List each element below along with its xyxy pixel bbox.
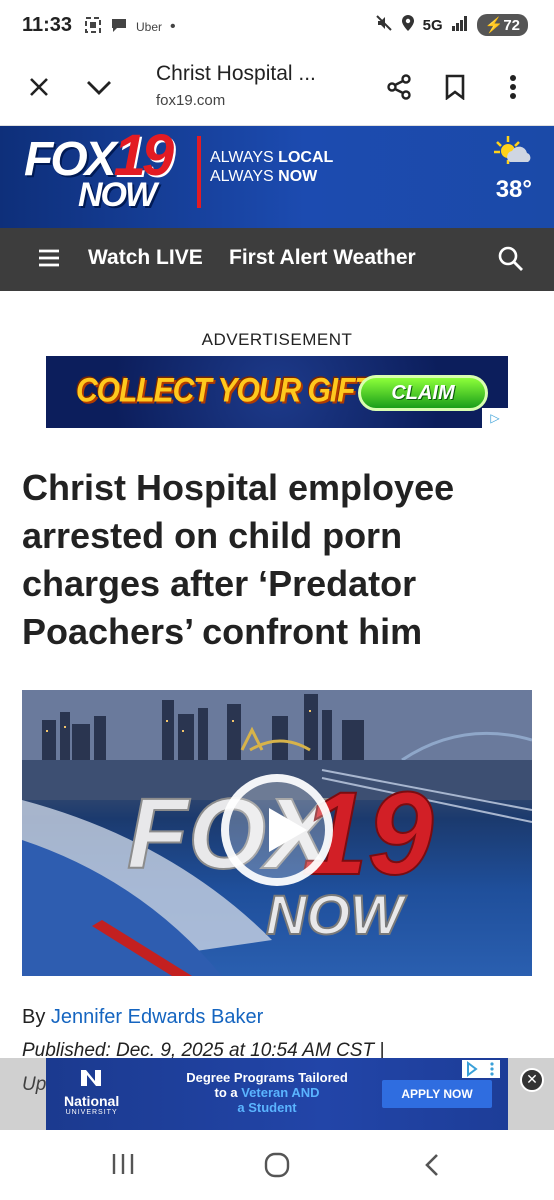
tagline-2b: NOW — [278, 168, 318, 185]
nav-watch-live[interactable]: Watch LIVE — [88, 246, 203, 270]
fox19-logo[interactable]: FOX19 — [24, 127, 174, 185]
battery-indicator: ⚡72 — [476, 14, 528, 36]
byline-prefix: By — [22, 1006, 51, 1028]
location-icon — [401, 14, 415, 36]
share-icon[interactable] — [382, 70, 416, 104]
more-vert-icon[interactable] — [496, 70, 530, 104]
logo-sub: NOW — [78, 176, 157, 214]
ad-brand-sub: UNIVERSITY — [65, 1109, 118, 1116]
browser-toolbar: Christ Hospital ... fox19.com — [0, 52, 554, 126]
tagline-2a: ALWAYS — [210, 168, 279, 185]
ad-copy-line2a: to a — [214, 1085, 242, 1100]
site-header: FOX19 NOW ALWAYS LOCAL ALWAYS NOW 38° — [0, 126, 554, 228]
header-divider — [197, 136, 201, 208]
system-navigation-bar — [0, 1130, 554, 1200]
adchoices-icon[interactable] — [462, 1060, 500, 1078]
play-triangle — [269, 808, 307, 852]
ad-banner-top[interactable]: COLLECT YOUR GIFT! CLAIM ▷ — [46, 356, 508, 428]
video-player[interactable]: FOX 19 NOW — [22, 690, 532, 976]
ad-copy-line2b: Veteran AND — [241, 1085, 320, 1100]
ad-copy: Degree Programs Tailored to a Veteran AN… — [172, 1070, 362, 1115]
screenshot-icon — [84, 16, 102, 37]
uber-notification-label: Uber — [136, 19, 163, 34]
bookmark-icon[interactable] — [438, 70, 472, 104]
site-nav: Watch LIVE First Alert Weather — [0, 228, 554, 291]
ad-headline: COLLECT YOUR GIFT! — [76, 371, 382, 410]
play-icon[interactable] — [221, 774, 333, 886]
close-ad-icon[interactable]: ✕ — [520, 1068, 544, 1092]
page-title: Christ Hospital ... — [156, 62, 316, 85]
notification-icons: Uber • — [84, 16, 176, 37]
home-icon[interactable] — [264, 1152, 290, 1183]
partly-cloudy-icon[interactable] — [492, 134, 534, 173]
tagline-1b: LOCAL — [278, 149, 334, 166]
system-status: 5G ⚡72 — [375, 14, 528, 36]
byline: By Jennifer Edwards Baker — [22, 1006, 263, 1029]
national-university-logo: National UNIVERSITY — [64, 1068, 119, 1116]
ad-claim-button[interactable]: CLAIM — [358, 375, 488, 411]
battery-level: 72 — [503, 17, 520, 34]
tagline: ALWAYS LOCAL ALWAYS NOW — [210, 148, 333, 186]
nav-first-alert-weather[interactable]: First Alert Weather — [229, 246, 416, 270]
back-icon[interactable] — [422, 1152, 442, 1183]
status-time: 11:33 — [22, 14, 73, 36]
ad-brand: National — [64, 1093, 120, 1109]
menu-icon[interactable] — [38, 248, 60, 273]
article-headline: Christ Hospital employee arrested on chi… — [22, 467, 455, 652]
video-logo-sub: NOW — [266, 883, 407, 946]
mute-icon — [375, 14, 393, 36]
sticky-ad-container: National UNIVERSITY Degree Programs Tail… — [0, 1058, 554, 1130]
status-bar: 11:33 Uber • 5G ⚡72 — [0, 0, 554, 52]
apply-now-button[interactable]: APPLY NOW — [382, 1080, 492, 1108]
advertisement-label: ADVERTISEMENT — [201, 330, 353, 349]
ad-banner-bottom[interactable]: National UNIVERSITY Degree Programs Tail… — [46, 1058, 508, 1130]
close-icon[interactable] — [22, 70, 56, 104]
page-url: fox19.com — [156, 92, 226, 109]
search-icon[interactable] — [498, 246, 524, 277]
recent-apps-icon[interactable] — [110, 1152, 136, 1181]
dot-icon: • — [170, 17, 176, 35]
ad-copy-line3: a Student — [237, 1100, 297, 1115]
nu-logo-mark — [80, 1070, 101, 1086]
network-label: 5G — [422, 16, 443, 34]
temperature[interactable]: 38° — [496, 176, 532, 204]
signal-icon — [451, 15, 469, 35]
ad-copy-line1: Degree Programs Tailored — [186, 1070, 348, 1085]
adchoices-icon[interactable]: ▷ — [482, 408, 508, 428]
chevron-down-icon[interactable] — [82, 70, 116, 104]
tagline-1a: ALWAYS — [210, 149, 279, 166]
author-link[interactable]: Jennifer Edwards Baker — [51, 1006, 263, 1028]
chat-icon — [110, 16, 128, 37]
